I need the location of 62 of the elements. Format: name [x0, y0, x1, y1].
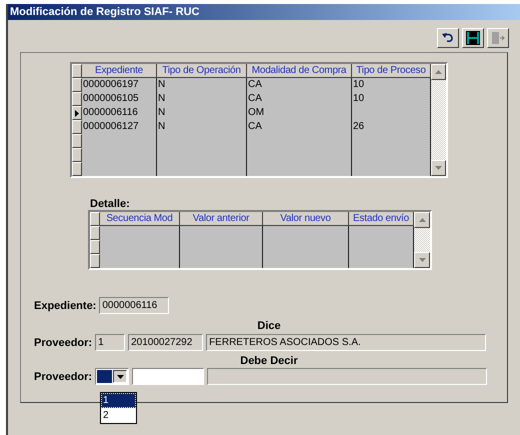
- row-selector[interactable]: [90, 226, 100, 240]
- column-header[interactable]: Tipo de Proceso: [352, 64, 431, 78]
- table-cell: 0000006116: [82, 106, 157, 120]
- row-header: [90, 212, 100, 226]
- row-selector[interactable]: [90, 254, 100, 268]
- detail-label: Detalle:: [90, 198, 130, 210]
- row-header: [72, 64, 82, 78]
- table-cell: 0000006105: [82, 92, 157, 106]
- row-selector[interactable]: [72, 134, 82, 148]
- table-cell: N: [157, 92, 247, 106]
- field-label: Expediente:: [34, 300, 96, 312]
- scrollbar[interactable]: [414, 212, 430, 268]
- down-arrow-icon: [418, 258, 426, 262]
- table-cell: 0000006197: [82, 78, 157, 92]
- table-cell: OM: [247, 106, 352, 120]
- row-selector[interactable]: [72, 106, 82, 120]
- dropdown-option[interactable]: 1: [101, 393, 136, 408]
- expediente-field[interactable]: 0000006116: [99, 297, 170, 314]
- table-cell: N: [157, 78, 247, 92]
- column-header[interactable]: Secuencia Mod: [100, 212, 180, 226]
- column-header[interactable]: Valor anterior: [180, 212, 263, 226]
- read-only-field[interactable]: [207, 368, 488, 385]
- undo-icon: [442, 33, 454, 43]
- door-icon: [491, 31, 505, 45]
- table-cell: CA: [247, 120, 352, 134]
- save-icon: [466, 31, 480, 45]
- data-grid[interactable]: Secuencia Mod Valor anterior Valor nuevo Estado envío: [88, 210, 432, 270]
- row-selector[interactable]: [72, 120, 82, 134]
- column-header[interactable]: Tipo de Operación: [157, 64, 247, 78]
- row-selector[interactable]: [90, 240, 100, 254]
- caret-icon: [116, 374, 124, 378]
- field-label: Proveedor:: [34, 370, 92, 382]
- column-header[interactable]: Modalidad de Compra: [247, 64, 352, 78]
- save-button[interactable]: [462, 28, 484, 48]
- undo-button[interactable]: [437, 28, 459, 48]
- table-cell: N: [157, 120, 247, 134]
- column-header[interactable]: Estado envío: [349, 212, 414, 226]
- read-only-field[interactable]: 20100027292: [128, 334, 204, 351]
- row-selector[interactable]: [72, 148, 82, 162]
- field-label: Proveedor:: [34, 336, 92, 348]
- table-cell: CA: [247, 92, 352, 106]
- current-row-icon: [75, 110, 79, 116]
- column-header[interactable]: Expediente: [82, 64, 157, 78]
- row-selector[interactable]: [72, 162, 82, 176]
- up-arrow-icon: [418, 218, 426, 222]
- table-cell: CA: [247, 78, 352, 92]
- row-selector[interactable]: [72, 78, 82, 92]
- column-header[interactable]: Valor nuevo: [263, 212, 349, 226]
- up-arrow-icon: [435, 70, 442, 74]
- data-grid[interactable]: Expediente Tipo de Operación Modalidad de Compra Tipo de Proceso 0000006197 N CA 10 0000006105 N CA 10 0000006116 N OM 0000006127 N CA 26: [70, 62, 448, 178]
- table-cell: 0000006127: [82, 120, 157, 134]
- read-only-field[interactable]: FERRETEROS ASOCIADOS S.A.: [206, 334, 486, 351]
- dropdown[interactable]: [95, 368, 130, 385]
- read-only-field[interactable]: 1: [95, 334, 126, 351]
- section-heading: Debe Decir: [239, 355, 299, 367]
- section-heading: Dice: [256, 320, 282, 332]
- window-title: Modificación de Registro SIAF- RUC: [8, 4, 520, 20]
- input-field[interactable]: [132, 368, 204, 385]
- table-cell: N: [157, 106, 247, 120]
- scrollbar[interactable]: [431, 64, 446, 176]
- row-selector[interactable]: [72, 92, 82, 106]
- down-arrow-icon: [435, 166, 442, 170]
